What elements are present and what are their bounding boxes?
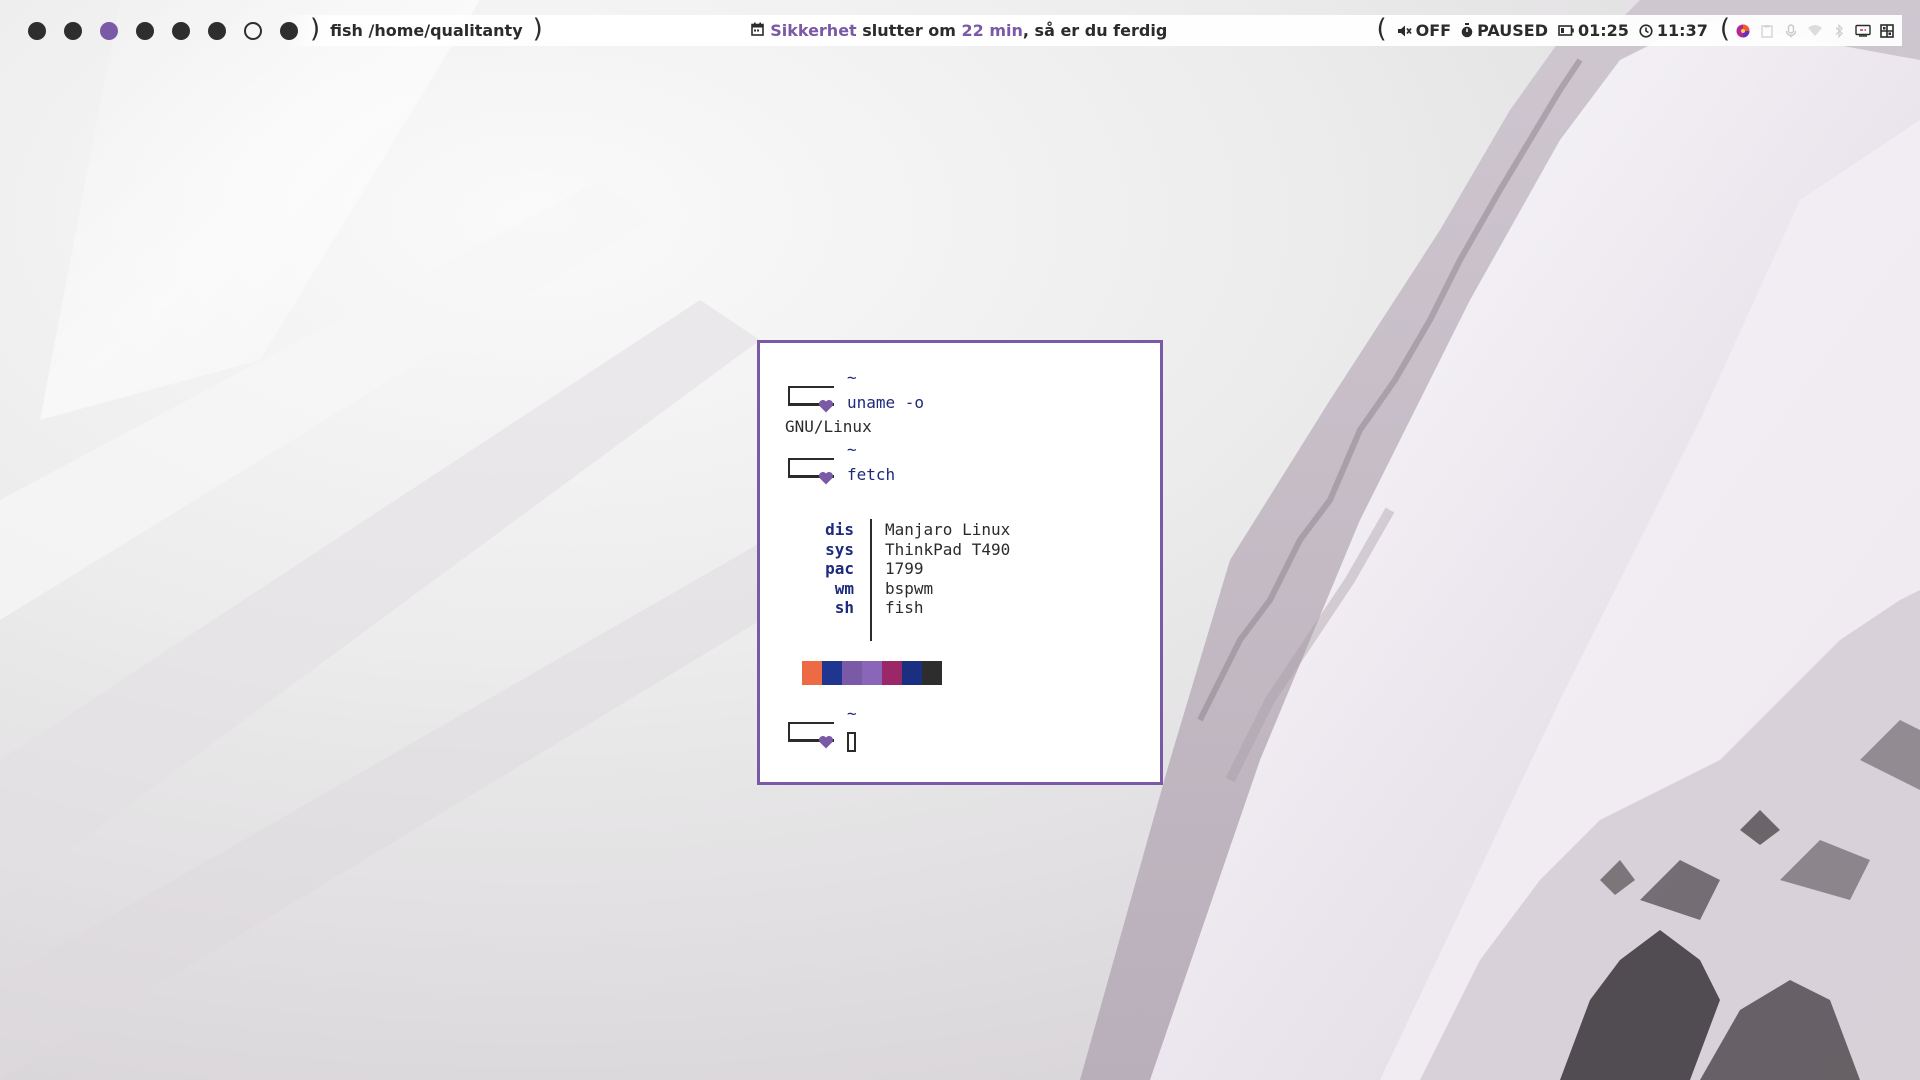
battery-status[interactable]: 01:25 (1558, 21, 1629, 40)
notification-middle: slutter om (856, 21, 962, 40)
speaker-muted-icon (1397, 25, 1412, 36)
battery-icon (1558, 25, 1574, 36)
terminal-cursor (847, 732, 856, 752)
title-paren-open: ) (310, 13, 321, 44)
display-icon[interactable] (1854, 22, 1872, 40)
heart-icon (819, 399, 833, 413)
clock-icon (1639, 23, 1653, 38)
focused-window-title: fish /home/qualitanty (330, 21, 523, 40)
bluetooth-icon[interactable] (1830, 22, 1848, 40)
workspace-7-dot[interactable] (244, 21, 262, 40)
prompt-path: ~ (847, 368, 857, 387)
heart-icon (819, 735, 833, 749)
color-wheel-icon[interactable] (1734, 22, 1752, 40)
grid-icon[interactable] (1878, 22, 1896, 40)
fetch-separator (870, 519, 872, 641)
workspace-list (28, 21, 316, 40)
workspace-1-dot[interactable] (28, 21, 46, 40)
command-output-os: GNU/Linux (785, 417, 872, 436)
palette-swatch (862, 661, 882, 685)
fetch-value-sh: fish (885, 598, 924, 618)
clipboard-icon[interactable] (1758, 22, 1776, 40)
tray-paren-open: ( (1719, 13, 1730, 44)
status-bar: ) fish /home/qualitanty ) Sikkerhet slut… (22, 13, 1902, 46)
palette-swatch (922, 661, 942, 685)
notification-task: Sikkerhet (770, 21, 857, 40)
notification-remaining: 22 min (961, 21, 1023, 40)
timer-status[interactable]: PAUSED (1461, 21, 1548, 40)
fetch-key-sh: sh (834, 598, 854, 618)
palette-swatch (842, 661, 862, 685)
workspace-4-dot[interactable] (136, 21, 154, 40)
stopwatch-icon (1461, 23, 1473, 38)
system-tray (1730, 15, 1902, 46)
notification-center[interactable]: Sikkerhet slutter om 22 min, så er du fe… (542, 15, 1377, 46)
workspace-5-dot[interactable] (172, 21, 190, 40)
notification-tail: , så er du ferdig (1022, 21, 1168, 40)
wifi-icon[interactable] (1806, 22, 1824, 40)
command-uname: uname -o (847, 393, 925, 412)
palette-swatch (802, 661, 822, 685)
timer-label: PAUSED (1477, 21, 1548, 40)
palette-swatch (902, 661, 922, 685)
workspace-3-dot[interactable] (100, 21, 118, 40)
prompt-path: ~ (847, 440, 857, 459)
command-fetch: fetch (847, 465, 896, 484)
mic-icon[interactable] (1782, 22, 1800, 40)
calendar-icon (751, 21, 765, 40)
palette-swatch (822, 661, 842, 685)
workspace-6-dot[interactable] (208, 21, 226, 40)
battery-label: 01:25 (1577, 21, 1629, 40)
workspace-2-dot[interactable] (64, 21, 82, 40)
workspace-8-dot[interactable] (280, 21, 298, 40)
prompt-path: ~ (847, 704, 857, 723)
volume-status[interactable]: OFF (1397, 21, 1451, 40)
volume-label: OFF (1415, 21, 1452, 40)
terminal-window[interactable]: ~ uname -o GNU/Linux ~ fetch dis Manjaro … (757, 340, 1163, 785)
status-paren-open: ( (1376, 13, 1387, 44)
clock-label: 11:37 (1656, 21, 1708, 40)
bar-left-section: ) fish /home/qualitanty ) (22, 13, 543, 46)
palette-swatch (882, 661, 902, 685)
clock-status[interactable]: 11:37 (1639, 21, 1708, 40)
bar-right-section: ( OFF PAUSED 01:25 11:37 ( (1376, 13, 1902, 46)
heart-icon (819, 471, 833, 485)
